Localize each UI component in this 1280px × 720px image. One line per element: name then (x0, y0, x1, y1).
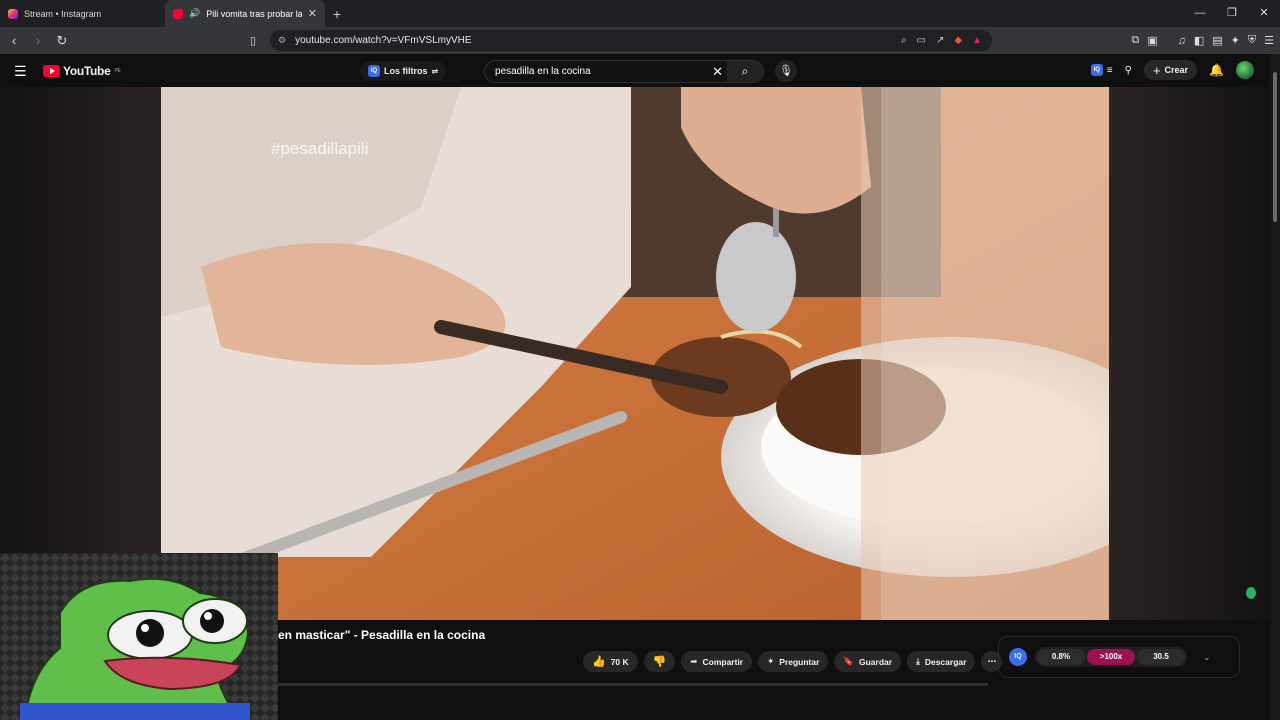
sliders-icon: ⇌ (431, 66, 439, 76)
video-actions: 👍 70 K 👎 ➦ Compartir ✦ Preguntar 🔖 Guard… (583, 651, 1003, 672)
share-arrow-icon: ➦ (690, 656, 698, 666)
iq-stats-panel: IQ 0.8% >100x 30.5 ⌄ (998, 636, 1240, 678)
bookmark-icon[interactable]: ▯ (250, 34, 256, 47)
cast-icon[interactable]: ▭ (917, 35, 926, 46)
iq-badge-icon[interactable]: IQ (1009, 648, 1027, 666)
plus-icon: + (1152, 62, 1161, 78)
scrollbar-thumb[interactable] (1273, 72, 1277, 222)
translate-icon[interactable]: ⚲ (1125, 65, 1132, 76)
new-tab-button[interactable]: + (325, 6, 349, 22)
search-input[interactable]: pesadilla en la cocina (495, 66, 591, 77)
video-hashtag-overlay: #pesadillapili (271, 139, 368, 158)
stats-icon[interactable]: ≡ (1107, 65, 1113, 76)
url-field[interactable]: ⚙ youtube.com/watch?v=VFmVSLmyVHE ⌕ ▭ ↗ … (270, 30, 992, 51)
download-label: Descargar (924, 656, 967, 667)
menu-icon[interactable]: ☰ (1264, 34, 1274, 47)
like-count: 70 K (610, 656, 629, 667)
download-button[interactable]: ⤓ Descargar (907, 651, 976, 672)
tab-title: Pili vomita tras probar la com (206, 8, 302, 19)
microphone-icon[interactable]: 🎙 (775, 60, 797, 82)
create-label: Crear (1164, 65, 1189, 75)
video-player[interactable]: #pesadillapili (161, 87, 1109, 620)
close-window-button[interactable]: ✕ (1248, 0, 1280, 27)
sparkle-icon: ✦ (767, 656, 775, 666)
download-icon: ⤓ (916, 656, 920, 666)
ambient-right (1109, 87, 1270, 620)
speaker-icon[interactable]: 🔊 (189, 8, 200, 19)
notifications-icon[interactable]: 🔔 (1209, 63, 1224, 77)
iq-outlier-value: >100x (1087, 649, 1135, 665)
dislike-button[interactable]: 👎 (643, 651, 676, 672)
save-label: Guardar (859, 656, 893, 667)
filters-label: Los filtros (384, 66, 428, 76)
browser-tab-bar: Stream • Instagram 🔊 Pili vomita tras pr… (0, 0, 1280, 27)
site-info-icon[interactable]: ⚙ (278, 35, 286, 46)
url-actions: ⌕ ▭ ↗ ◆ ▲ (901, 30, 982, 51)
clear-search-icon[interactable]: ✕ (712, 64, 723, 80)
header-right: IQ ≡ ⚲ + Crear 🔔 (1090, 60, 1254, 80)
country-code: PE (114, 68, 121, 74)
avatar[interactable] (1236, 61, 1254, 79)
iq-extension-icon[interactable]: IQ (1090, 64, 1103, 76)
iq-icon: IQ (368, 65, 380, 77)
screenshot-icon[interactable]: ▣ (1147, 34, 1157, 47)
rewards-icon[interactable]: ▲ (972, 35, 982, 46)
media-icon[interactable]: ♫ (1178, 35, 1186, 47)
chevron-down-icon[interactable]: ⌄ (1203, 652, 1211, 663)
address-bar-row: ‹ › ↻ ▯ ⚙ youtube.com/watch?v=VFmVSLmyVH… (0, 27, 1280, 54)
tab-title: Stream • Instagram (24, 8, 102, 19)
share-button[interactable]: ➦ Compartir (681, 651, 753, 672)
reload-icon[interactable]: ↻ (52, 33, 72, 49)
create-button[interactable]: + Crear (1143, 60, 1198, 80)
iq-score-value: 30.5 (1137, 649, 1185, 665)
share-label: Compartir (702, 656, 744, 667)
guide-menu-icon[interactable]: ☰ (14, 63, 27, 80)
video-frame: #pesadillapili (161, 87, 1109, 620)
tab-instagram[interactable]: Stream • Instagram (0, 0, 165, 27)
youtube-icon (173, 8, 183, 19)
browser-toolbar-right: ⧉ ▣ ♫ ◧ ▤ ✦ ⛨ ☰ (1131, 27, 1274, 54)
leo-ai-icon[interactable]: ✦ (1231, 34, 1240, 47)
search-icon[interactable]: ⌕ (727, 61, 763, 82)
back-icon[interactable]: ‹ (4, 33, 24, 48)
webcam-overlay (0, 553, 278, 720)
share-icon[interactable]: ↗ (936, 35, 944, 46)
filters-button[interactable]: IQ Los filtros ⇌ (360, 61, 447, 81)
url-text: youtube.com/watch?v=VFmVSLmyVHE (295, 35, 472, 46)
restore-button[interactable]: ❐ (1216, 0, 1248, 27)
logo-text: YouTube (63, 64, 111, 78)
zoom-icon[interactable]: ⌕ (901, 35, 907, 46)
ask-button[interactable]: ✦ Preguntar (758, 651, 829, 672)
extensions-icon[interactable]: ⧉ (1131, 34, 1139, 47)
thumbs-down-icon: 👎 (652, 656, 667, 668)
iq-engagement-value: 0.8% (1037, 649, 1085, 665)
page-scrollbar[interactable] (1270, 54, 1280, 720)
window-controls: — ❐ ✕ (1184, 0, 1280, 27)
floating-extension-button[interactable] (1240, 583, 1262, 605)
search-box[interactable]: pesadilla en la cocina ✕ ⌕ (484, 60, 764, 83)
more-icon: ⋯ (987, 656, 997, 666)
sidebar-icon[interactable]: ◧ (1194, 34, 1204, 47)
close-tab-icon[interactable]: ✕ (308, 7, 317, 20)
pepe-frog-image (0, 553, 278, 720)
iq-values: 0.8% >100x 30.5 (1035, 647, 1187, 667)
instagram-icon (8, 8, 18, 19)
vpn-icon[interactable]: ⛨ (1248, 34, 1256, 47)
youtube-play-icon (43, 65, 60, 77)
content-divider (278, 683, 988, 686)
ask-label: Preguntar (779, 656, 820, 667)
like-button[interactable]: 👍 70 K (583, 651, 638, 672)
forward-icon[interactable]: › (28, 33, 48, 48)
thumbs-up-icon: 👍 (592, 656, 606, 668)
bookmark-add-icon: 🔖 (843, 656, 854, 666)
youtube-logo[interactable]: YouTube PE (43, 64, 121, 78)
video-title: en masticar" - Pesadilla en la cocina (278, 628, 486, 642)
tab-youtube[interactable]: 🔊 Pili vomita tras probar la com ✕ (165, 0, 325, 27)
minimize-button[interactable]: — (1184, 0, 1216, 27)
ambient-left (0, 87, 161, 620)
youtube-header: ☰ YouTube PE IQ Los filtros ⇌ pesadilla … (0, 54, 1280, 87)
save-button[interactable]: 🔖 Guardar (834, 651, 902, 672)
brave-shield-icon[interactable]: ◆ (954, 35, 962, 46)
wallet-icon[interactable]: ▤ (1212, 34, 1222, 47)
